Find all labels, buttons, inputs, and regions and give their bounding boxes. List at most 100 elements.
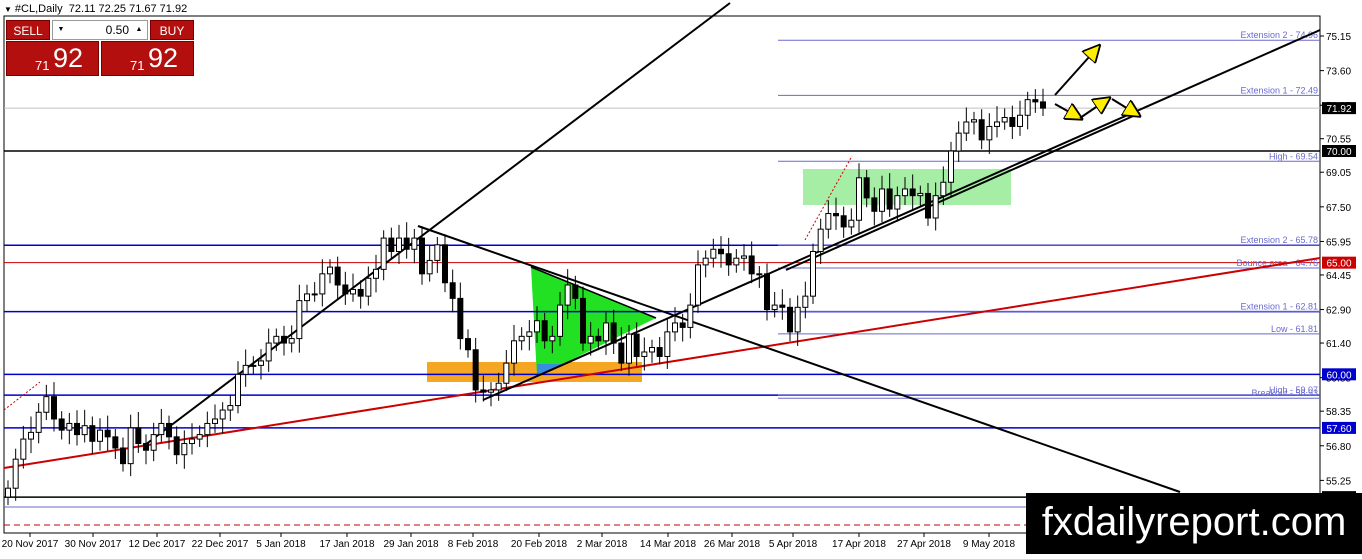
candle-down[interactable] <box>748 255 755 275</box>
candle-up[interactable] <box>327 266 333 275</box>
candle-up[interactable] <box>649 347 655 353</box>
candle-down[interactable] <box>541 320 548 342</box>
candle-up[interactable] <box>626 333 632 364</box>
candle-up[interactable] <box>35 411 42 433</box>
candle-down[interactable] <box>419 237 425 275</box>
candle-up[interactable] <box>373 268 379 279</box>
candle-up[interactable] <box>955 132 962 152</box>
candle-down[interactable] <box>342 284 349 295</box>
candle-up[interactable] <box>1024 99 1031 116</box>
candle-up[interactable] <box>856 177 862 221</box>
candle-up[interactable] <box>503 362 510 384</box>
candle-up[interactable] <box>204 422 211 436</box>
candle-down[interactable] <box>334 266 341 286</box>
candle-up[interactable] <box>641 351 648 357</box>
candle-down[interactable] <box>633 333 640 357</box>
candle-up[interactable] <box>534 320 540 333</box>
lot-decrease-icon[interactable]: ▼ <box>55 21 67 39</box>
candle-down[interactable] <box>143 443 149 451</box>
buy-button[interactable]: BUY <box>150 20 194 40</box>
candle-up[interactable] <box>258 360 264 366</box>
candle-up[interactable] <box>212 418 218 424</box>
sell-price-button[interactable]: 71 92 <box>6 41 99 76</box>
candle-up[interactable] <box>411 237 418 250</box>
candle-down[interactable] <box>388 237 395 252</box>
candle-up[interactable] <box>219 409 226 420</box>
candle-down[interactable] <box>457 297 464 340</box>
price-chart[interactable]: Extension 2 - 74.96 Extension 1 - 72.49 Hi… <box>0 0 1362 554</box>
chart-canvas[interactable]: Extension 2 - 74.96Extension 1 - 72.49Hi… <box>0 0 1362 554</box>
candle-down[interactable] <box>74 422 80 436</box>
candle-down[interactable] <box>909 188 916 197</box>
candle-down[interactable] <box>480 389 487 393</box>
candle-up[interactable] <box>181 443 188 456</box>
candle-up[interactable] <box>802 295 809 308</box>
candle-down[interactable] <box>166 422 172 438</box>
candle-up[interactable] <box>526 331 533 337</box>
candle-up[interactable] <box>771 304 778 311</box>
candle-down[interactable] <box>978 119 985 141</box>
candle-down[interactable] <box>112 436 119 449</box>
candle-up[interactable] <box>879 188 885 212</box>
candle-down[interactable] <box>465 338 471 351</box>
candle-down[interactable] <box>886 188 893 210</box>
candle-up[interactable] <box>319 273 326 295</box>
candle-up[interactable] <box>902 188 908 197</box>
candle-up[interactable] <box>150 434 157 451</box>
candle-up[interactable] <box>917 192 924 197</box>
rising-trendline[interactable] <box>482 29 1321 401</box>
candle-down[interactable] <box>58 418 65 431</box>
lot-increase-icon[interactable]: ▲ <box>133 21 145 39</box>
candle-up[interactable] <box>227 405 234 411</box>
candle-up[interactable] <box>963 121 970 134</box>
candle-up[interactable] <box>518 335 525 342</box>
candle-down[interactable] <box>89 425 96 442</box>
candle-up[interactable] <box>28 431 34 440</box>
lot-size-stepper[interactable]: ▼ ▲ <box>52 20 148 40</box>
candle-down[interactable] <box>472 349 479 391</box>
candle-down[interactable] <box>281 335 287 344</box>
candle-down[interactable] <box>871 197 878 212</box>
candle-up[interactable] <box>733 257 740 266</box>
candle-up[interactable] <box>396 237 402 252</box>
candle-up[interactable] <box>587 335 594 344</box>
candle-up[interactable] <box>426 259 433 275</box>
candle-up[interactable] <box>81 425 88 436</box>
candle-up[interactable] <box>695 264 701 306</box>
candle-up[interactable] <box>741 255 747 259</box>
candle-up[interactable] <box>986 125 993 141</box>
candle-up[interactable] <box>380 237 387 270</box>
candle-up[interactable] <box>702 257 709 266</box>
candle-up[interactable] <box>250 364 257 367</box>
candle-up[interactable] <box>971 119 977 123</box>
candle-down[interactable] <box>1009 117 1016 127</box>
candle-up[interactable] <box>235 373 241 407</box>
descending-trendline[interactable] <box>417 225 1181 493</box>
candle-up[interactable] <box>350 288 356 295</box>
candle-down[interactable] <box>679 322 686 328</box>
candle-up[interactable] <box>1001 117 1008 123</box>
candle-up[interactable] <box>848 219 855 228</box>
candle-down[interactable] <box>610 322 617 344</box>
candle-up[interactable] <box>672 322 678 333</box>
candle-up[interactable] <box>189 438 195 445</box>
candle-down[interactable] <box>925 192 931 219</box>
candle-up[interactable] <box>196 434 203 440</box>
candle-down[interactable] <box>656 347 663 357</box>
candle-up[interactable] <box>158 422 165 436</box>
candle-down[interactable] <box>725 253 732 266</box>
candle-down[interactable] <box>580 297 586 344</box>
candle-up[interactable] <box>12 458 19 489</box>
candle-up[interactable] <box>304 293 310 302</box>
candle-up[interactable] <box>265 342 272 362</box>
candle-down[interactable] <box>840 215 847 228</box>
candle-up[interactable] <box>710 248 717 259</box>
candle-down[interactable] <box>833 213 839 217</box>
candle-down[interactable] <box>863 177 870 199</box>
candle-up[interactable] <box>1017 114 1023 127</box>
candle-down[interactable] <box>1040 101 1046 109</box>
candle-up[interactable] <box>20 438 27 460</box>
candle-up[interactable] <box>511 340 517 364</box>
candle-down[interactable] <box>572 284 579 299</box>
candle-up[interactable] <box>756 273 763 276</box>
